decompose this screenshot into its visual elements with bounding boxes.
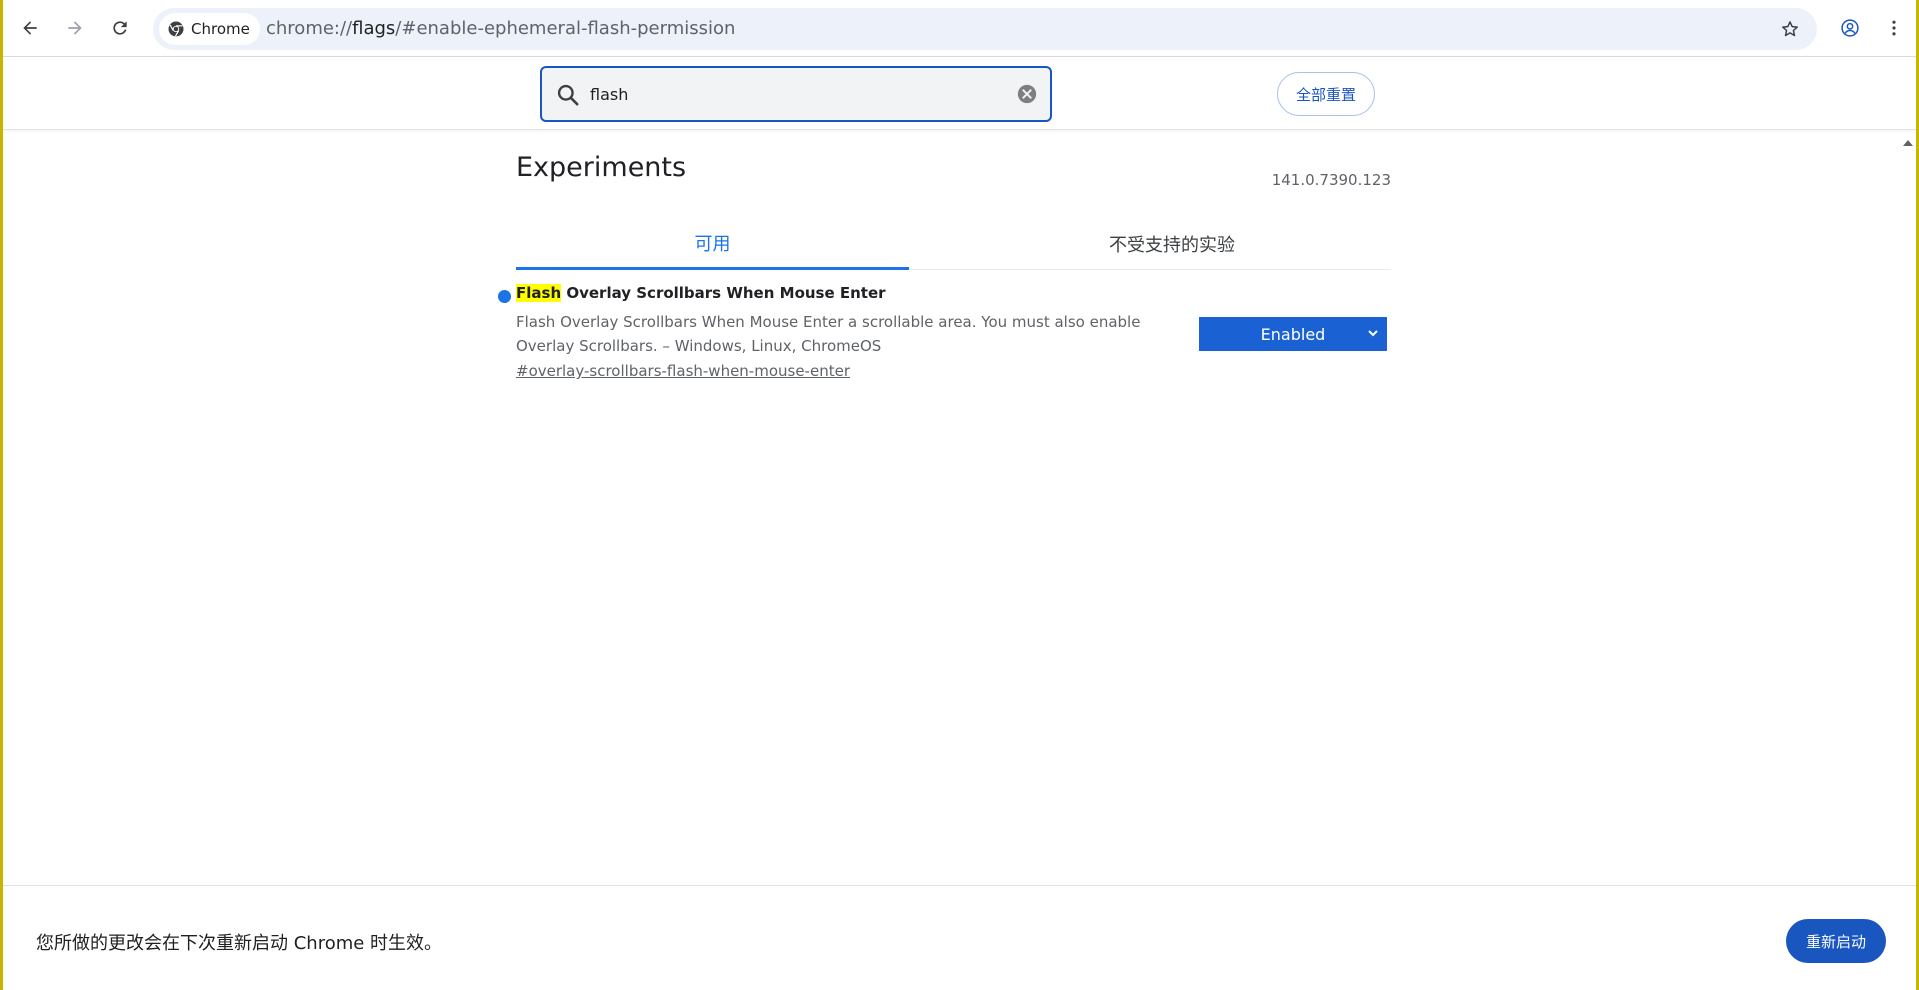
restart-message: 您所做的更改会在下次重新启动 Chrome 时生效。 <box>36 933 443 954</box>
site-chip-label: Chrome <box>191 20 250 38</box>
forward-button[interactable] <box>58 11 92 45</box>
reload-icon <box>113 21 127 35</box>
forward-arrow-icon <box>68 21 82 35</box>
browser-toolbar: Chrome chrome://flags/#enable-ephemeral-… <box>3 0 1916 57</box>
menu-button[interactable] <box>1877 11 1911 45</box>
scroll-up-arrow-icon[interactable] <box>1901 136 1915 150</box>
clear-search-icon[interactable] <box>1016 83 1038 105</box>
modified-indicator-dot <box>498 290 511 303</box>
page-title: Experiments <box>516 152 687 183</box>
back-arrow-icon <box>23 21 37 35</box>
url-host: flags <box>352 18 396 39</box>
browser-window: Chrome chrome://flags/#enable-ephemeral-… <box>0 0 1919 990</box>
search-box[interactable] <box>540 66 1052 122</box>
star-icon <box>1782 21 1798 37</box>
flag-state-select[interactable]: Enabled <box>1199 317 1387 351</box>
flags-search-header: 全部重置 <box>3 57 1916 130</box>
version-label: 141.0.7390.123 <box>1271 171 1391 189</box>
flag-title-highlight: Flash <box>516 284 562 302</box>
relaunch-button[interactable]: 重新启动 <box>1785 919 1886 963</box>
restart-bar: 您所做的更改会在下次重新启动 Chrome 时生效。 重新启动 <box>3 885 1916 990</box>
bookmark-star-button[interactable] <box>1777 16 1803 42</box>
flag-description: Flash Overlay Scrollbars When Mouse Ente… <box>516 313 1141 355</box>
flag-permalink[interactable]: #overlay-scrollbars-flash-when-mouse-ent… <box>516 362 850 380</box>
site-chip[interactable]: Chrome <box>159 13 260 45</box>
kebab-menu-icon <box>1892 20 1896 36</box>
flag-state-value: Enabled <box>1260 324 1326 344</box>
tab-available[interactable]: 可用 <box>516 218 909 270</box>
search-icon <box>557 84 579 106</box>
url-scheme: chrome:// <box>266 18 353 39</box>
reload-button[interactable] <box>103 11 137 45</box>
tab-unavailable[interactable]: 不受支持的实验 <box>953 218 1391 270</box>
address-bar[interactable]: Chrome chrome://flags/#enable-ephemeral-… <box>153 8 1817 50</box>
flag-title: Flash Overlay Scrollbars When Mouse Ente… <box>516 284 886 302</box>
chevron-down-icon <box>1368 330 1378 337</box>
url-path: /#enable-ephemeral-flash-permission <box>395 18 736 39</box>
back-button[interactable] <box>13 11 47 45</box>
profile-avatar-icon <box>1841 19 1859 37</box>
profile-button[interactable] <box>1833 11 1867 45</box>
chrome-logo-icon <box>168 21 184 37</box>
flags-tabs: 可用 不受支持的实验 <box>516 218 1391 270</box>
url-text[interactable]: chrome://flags/#enable-ephemeral-flash-p… <box>266 8 735 50</box>
search-input[interactable] <box>588 68 988 120</box>
reset-all-button[interactable]: 全部重置 <box>1277 72 1376 116</box>
flag-title-rest: Overlay Scrollbars When Mouse Enter <box>561 284 886 302</box>
